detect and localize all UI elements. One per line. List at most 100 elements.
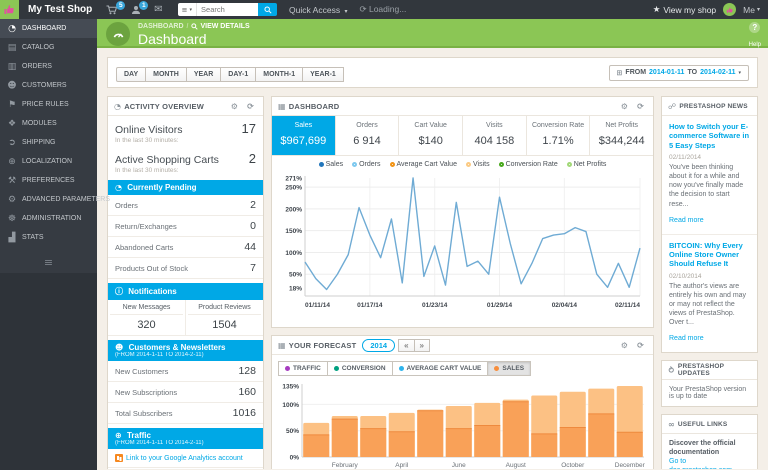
sidebar-item-customers[interactable]: ☻CUSTOMERS bbox=[0, 76, 97, 95]
panel-title: DASHBOARD bbox=[289, 102, 340, 111]
range-button-year-1[interactable]: YEAR-1 bbox=[302, 67, 344, 82]
kpi-subtitle: In the last 30 minutes: bbox=[115, 167, 256, 174]
toggle-traffic[interactable]: TRAFFIC bbox=[278, 361, 328, 376]
search-button[interactable] bbox=[258, 3, 277, 16]
pending-row-out-of-stock[interactable]: Products Out of Stock7 bbox=[108, 258, 263, 279]
row-label: Orders bbox=[115, 201, 138, 210]
svg-text:02/11/14: 02/11/14 bbox=[615, 302, 640, 309]
gear-icon[interactable]: ⚙ bbox=[231, 102, 238, 111]
shop-name-link[interactable]: My Test Shop bbox=[28, 4, 92, 15]
sidebar-item-catalog[interactable]: ▤CATALOG bbox=[0, 38, 97, 57]
gear-icon[interactable]: ⚙ bbox=[621, 102, 628, 111]
chevron-down-icon: ▾ bbox=[738, 70, 741, 76]
avatar[interactable] bbox=[723, 3, 736, 16]
sidebar-collapse-handle[interactable]: ≡ bbox=[0, 251, 97, 273]
next-year-button[interactable]: » bbox=[414, 339, 430, 352]
carts-menu-icon[interactable]: 5 bbox=[106, 5, 118, 15]
sidebar-item-orders[interactable]: ▥ORDERS bbox=[0, 57, 97, 76]
quick-access-menu[interactable]: Quick Access ▾ bbox=[289, 5, 347, 15]
toggle-sales[interactable]: SALES bbox=[487, 361, 531, 376]
news-title-link[interactable]: BITCOIN: Why Every Online Store Owner Sh… bbox=[669, 241, 750, 269]
search-scope-dropdown[interactable]: ≡ ▾ bbox=[178, 3, 196, 16]
svg-text:200%: 200% bbox=[285, 206, 302, 213]
me-menu[interactable]: Me ▾ bbox=[743, 5, 760, 15]
range-button-day-1[interactable]: DAY-1 bbox=[220, 67, 256, 82]
sidebar-item-label: LOCALIZATION bbox=[22, 158, 72, 165]
view-details-link[interactable]: VIEW DETAILS bbox=[191, 23, 249, 30]
messages-menu-icon[interactable]: ✉ bbox=[154, 4, 162, 15]
svg-text:October: October bbox=[561, 462, 585, 469]
metric-tab-visits[interactable]: Visits404 158 bbox=[463, 116, 527, 155]
help-button[interactable]: ? Help bbox=[749, 22, 761, 51]
range-button-day[interactable]: DAY bbox=[116, 67, 146, 82]
quick-access-label: Quick Access bbox=[289, 5, 340, 15]
metric-label: Cart Value bbox=[401, 122, 460, 129]
toggle-average-cart-value[interactable]: AVERAGE CART VALUE bbox=[392, 361, 489, 376]
help-label: Help bbox=[749, 42, 761, 48]
gear-icon[interactable]: ⚙ bbox=[621, 341, 628, 350]
loading-indicator: ⟳ Loading... bbox=[359, 4, 406, 15]
link-url[interactable]: Go to doc.prestashop.com bbox=[669, 457, 750, 469]
product-reviews-cell[interactable]: Product Reviews 1504 bbox=[185, 300, 263, 335]
sidebar-item-modules[interactable]: ❖MODULES bbox=[0, 114, 97, 133]
read-more-link[interactable]: Read more bbox=[669, 217, 704, 224]
range-button-month-1[interactable]: MONTH-1 bbox=[255, 67, 303, 82]
row-new-customers[interactable]: New Customers128 bbox=[108, 361, 263, 382]
refresh-icon[interactable]: ⟳ bbox=[247, 102, 254, 111]
sidebar-item-preferences[interactable]: ⚒PREFERENCES bbox=[0, 171, 97, 190]
google-analytics-icon bbox=[115, 454, 123, 462]
legend-item-visits[interactable]: Visits bbox=[466, 161, 490, 168]
kpi-subtitle: In the last 30 minutes: bbox=[115, 137, 256, 144]
metric-tab-cart-value[interactable]: Cart Value$140 bbox=[399, 116, 463, 155]
svg-text:50%: 50% bbox=[286, 428, 299, 435]
legend-item-orders[interactable]: Orders bbox=[352, 161, 380, 168]
refresh-icon[interactable]: ⟳ bbox=[637, 341, 644, 350]
previous-year-button[interactable]: « bbox=[398, 339, 414, 352]
row-value: 0 bbox=[250, 220, 256, 232]
metric-label: Orders bbox=[338, 122, 397, 129]
sidebar-item-stats[interactable]: ▟STATS bbox=[0, 228, 97, 247]
sidebar-item-label: CUSTOMERS bbox=[22, 82, 67, 89]
year-pill[interactable]: 2014 bbox=[362, 339, 395, 352]
news-excerpt: You've been thinking about it for a whil… bbox=[669, 163, 750, 208]
sidebar-item-dashboard[interactable]: ◔DASHBOARD bbox=[0, 19, 97, 38]
legend-item-sales[interactable]: Sales bbox=[319, 161, 344, 168]
svg-text:01/17/14: 01/17/14 bbox=[357, 302, 383, 309]
legend-item-conversion-rate[interactable]: Conversion Rate bbox=[499, 161, 558, 168]
date-range-picker[interactable]: ⊞ FROM 2014-01-11 TO 2014-02-11 ▾ bbox=[609, 65, 749, 81]
search-input[interactable] bbox=[196, 3, 258, 16]
pending-row-abandoned-carts[interactable]: Abandoned Carts44 bbox=[108, 237, 263, 258]
legend-item-average-cart-value[interactable]: Average Cart Value bbox=[390, 161, 457, 168]
prestashop-logo[interactable] bbox=[0, 0, 19, 19]
metric-tab-conversion-rate[interactable]: Conversion Rate1.71% bbox=[527, 116, 591, 155]
metric-tab-net-profits[interactable]: Net Profits$344,244 bbox=[590, 116, 653, 155]
row-new-subscriptions[interactable]: New Subscriptions160 bbox=[108, 382, 263, 403]
row-total-subscribers[interactable]: Total Subscribers1016 bbox=[108, 403, 263, 424]
legend-item-net-profits[interactable]: Net Profits bbox=[567, 161, 607, 168]
range-button-month[interactable]: MONTH bbox=[145, 67, 187, 82]
question-icon: ? bbox=[749, 22, 760, 33]
news-title-link[interactable]: How to Switch your E-commerce Software i… bbox=[669, 122, 750, 150]
view-my-shop-link[interactable]: ★ View my shop bbox=[653, 5, 716, 15]
metric-tab-orders[interactable]: Orders 6 914 bbox=[336, 116, 400, 155]
toggle-conversion[interactable]: CONVERSION bbox=[327, 361, 393, 376]
sidebar-item-price-rules[interactable]: ⚑PRICE RULES bbox=[0, 95, 97, 114]
read-more-link[interactable]: Read more bbox=[669, 335, 704, 342]
new-messages-cell[interactable]: New Messages 320 bbox=[108, 300, 185, 335]
metric-value: 6 914 bbox=[338, 135, 397, 147]
svg-text:271%: 271% bbox=[285, 175, 302, 182]
google-analytics-link[interactable]: Link to your Google Analytics account bbox=[108, 449, 263, 468]
metric-tab-sales[interactable]: Sales$967,699 bbox=[272, 116, 336, 155]
pending-row-orders[interactable]: Orders2 bbox=[108, 195, 263, 216]
sidebar-item-administration[interactable]: ☸ADMINISTRATION bbox=[0, 209, 97, 228]
row-visits[interactable]: Visits25056 bbox=[108, 468, 263, 469]
svg-text:100%: 100% bbox=[282, 402, 299, 409]
range-button-year[interactable]: YEAR bbox=[186, 67, 221, 82]
customers-menu-icon[interactable]: 1 bbox=[131, 5, 141, 15]
cell-label: Product Reviews bbox=[188, 304, 261, 315]
pending-row-returns[interactable]: Return/Exchanges0 bbox=[108, 216, 263, 237]
sidebar-item-localization[interactable]: ⊕LOCALIZATION bbox=[0, 152, 97, 171]
sidebar-item-shipping[interactable]: ➲SHIPPING bbox=[0, 133, 97, 152]
sidebar-item-advanced-parameters[interactable]: ⚙ADVANCED PARAMETERS bbox=[0, 190, 97, 209]
refresh-icon[interactable]: ⟳ bbox=[637, 102, 644, 111]
